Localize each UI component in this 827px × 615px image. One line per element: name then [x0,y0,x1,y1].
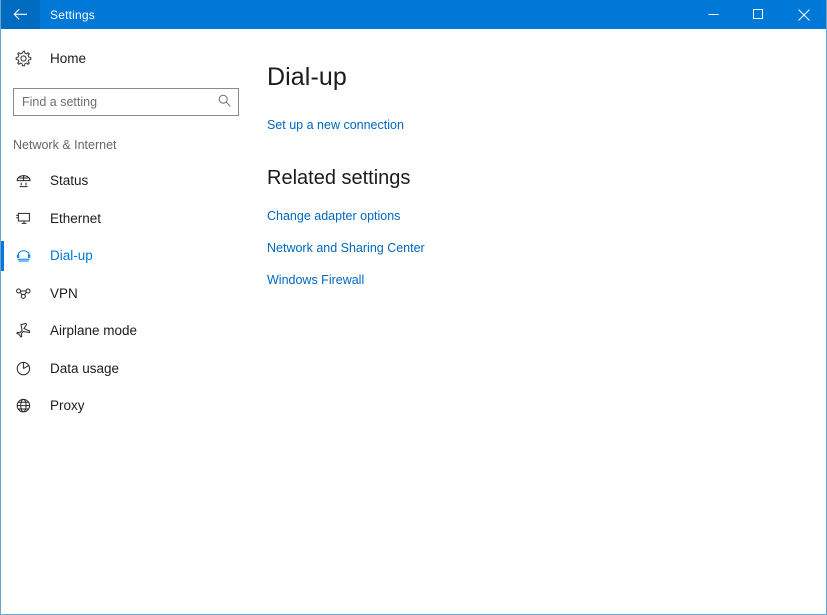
page-title: Dial-up [267,63,347,91]
airplane-icon [15,322,37,339]
sidebar-item-label: Status [50,173,89,189]
maximize-button[interactable] [736,0,781,29]
sidebar-item-status[interactable]: Status [1,162,259,200]
related-settings-heading: Related settings [267,167,411,189]
sidebar-item-label: Proxy [50,398,85,414]
sidebar-item-airplane-mode[interactable]: Airplane mode [1,312,259,350]
search-icon [218,94,231,112]
maximize-icon [753,9,764,20]
search-input[interactable] [14,89,216,115]
sidebar-section-label: Network & Internet [13,138,117,152]
close-icon [797,8,810,21]
sidebar-item-label: Airplane mode [50,323,138,339]
related-links-list: Change adapter options Network and Shari… [267,209,826,287]
selection-accent [1,391,4,421]
window-body: Home Network & Internet [1,29,826,614]
dialup-icon [15,247,37,264]
gear-icon [15,50,37,67]
link-change-adapter-options[interactable]: Change adapter options [267,209,826,223]
back-arrow-icon [13,8,28,21]
back-button[interactable] [1,0,40,29]
sidebar-item-data-usage[interactable]: Data usage [1,350,259,388]
selection-accent [1,316,4,346]
sidebar-item-ethernet[interactable]: Ethernet [1,200,259,238]
minimize-icon [708,9,719,20]
sidebar-item-label: Dial-up [50,248,93,264]
sidebar-item-vpn[interactable]: VPN [1,275,259,313]
link-windows-firewall[interactable]: Windows Firewall [267,273,826,287]
selection-accent [1,204,4,234]
pie-chart-icon [15,360,37,377]
network-status-icon [15,172,37,189]
content-panel: Dial-up Set up a new connection Related … [259,29,826,614]
selection-accent [1,354,4,384]
title-bar: Settings [1,0,826,29]
close-button[interactable] [781,0,826,29]
selection-accent [1,241,4,271]
sidebar-item-dial-up[interactable]: Dial-up [1,237,259,275]
titlebar-spacer [95,0,691,29]
sidebar-item-label: Ethernet [50,210,102,226]
window-title: Settings [50,7,95,22]
sidebar-item-home-label: Home [50,50,87,66]
vpn-icon [15,285,37,302]
ethernet-icon [15,210,37,227]
search-box[interactable] [13,88,239,116]
settings-window: Settings Home Find a setting Network & I… [0,0,827,615]
globe-icon [15,397,37,414]
minimize-button[interactable] [691,0,736,29]
setup-new-connection-link[interactable]: Set up a new connection [267,118,404,132]
sidebar-item-label: Data usage [50,360,120,376]
selection-accent [1,279,4,309]
link-network-and-sharing-center[interactable]: Network and Sharing Center [267,241,826,255]
sidebar-item-label: VPN [50,285,78,301]
sidebar-nav-list: Status Ethernet Dial-up VPN Airplane mod… [1,162,259,425]
sidebar-item-proxy[interactable]: Proxy [1,387,259,425]
sidebar-item-home[interactable]: Home [1,43,259,73]
sidebar: Home Network & Internet [1,29,259,614]
selection-accent [1,166,4,196]
